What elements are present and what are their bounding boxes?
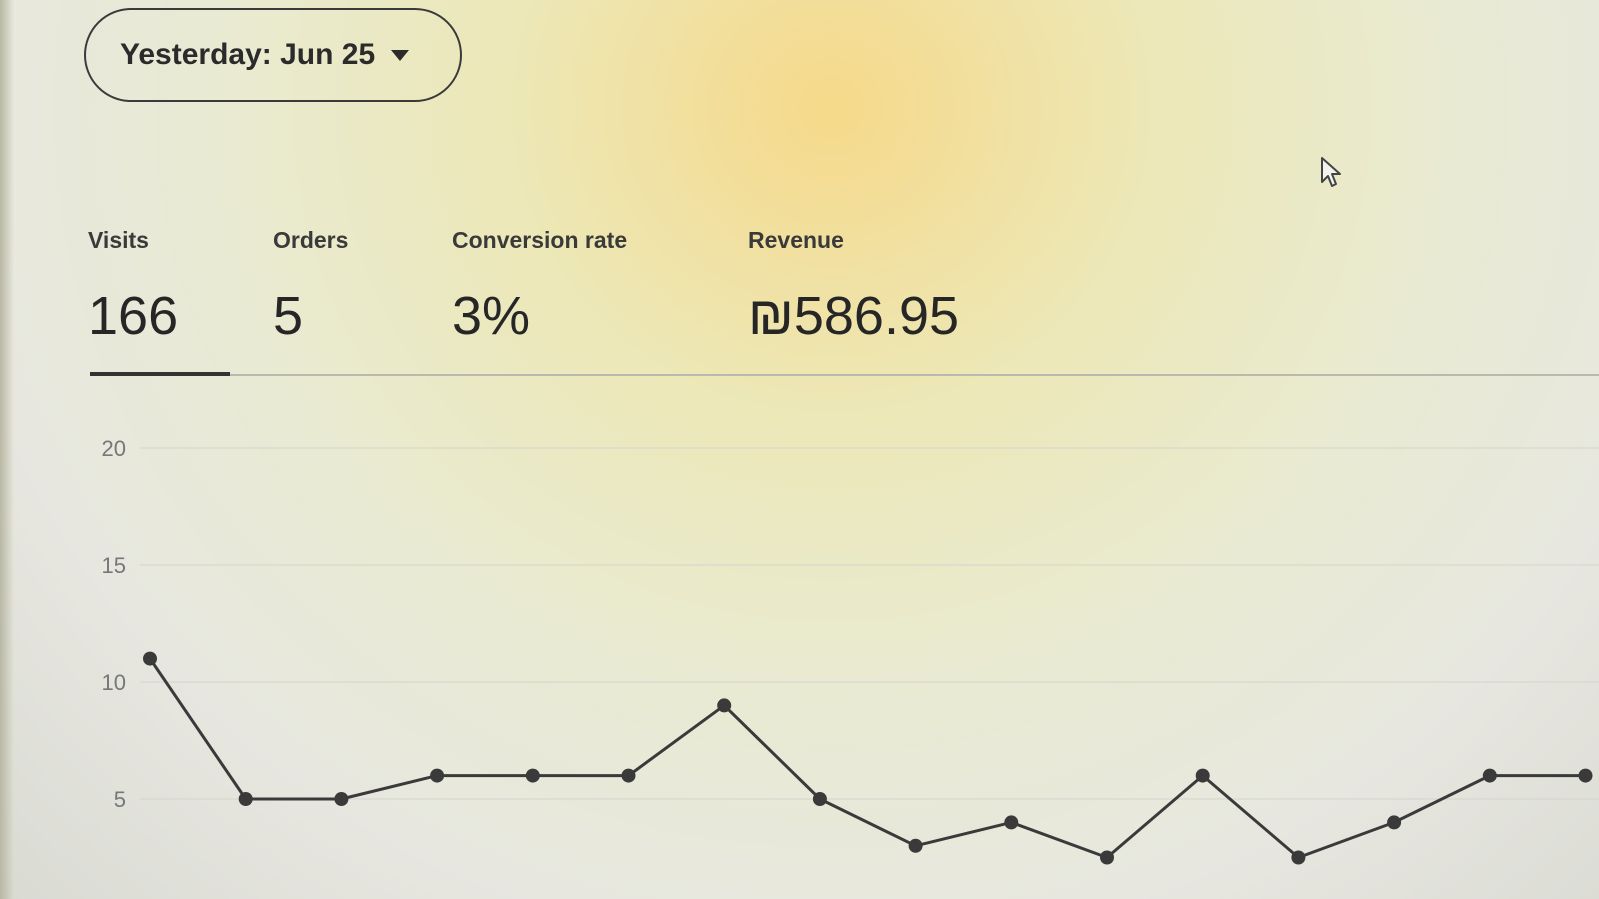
metric-revenue-label: Revenue (748, 227, 844, 253)
y-tick-label: 20 (102, 436, 126, 461)
metric-visits-label: Visits (88, 227, 149, 253)
data-point-0[interactable] (143, 651, 157, 666)
metric-revenue-value: ₪586.95 (748, 286, 960, 346)
metric-conversion-rate[interactable]: Conversion rate 3% (452, 224, 627, 348)
y-tick-label: 10 (102, 670, 126, 695)
data-point-13[interactable] (1387, 815, 1402, 830)
data-point-5[interactable] (621, 768, 636, 783)
data-point-11[interactable] (1195, 768, 1210, 783)
date-range-label: Yesterday: Jun 25 (120, 38, 376, 71)
data-point-4[interactable] (525, 768, 540, 783)
visits-line-chart: 20 15 10 5 (102, 436, 1599, 865)
caret-down-icon (391, 49, 410, 61)
visits-series-line (148, 657, 1586, 859)
data-point-1[interactable] (238, 792, 253, 806)
data-point-8[interactable] (908, 838, 923, 853)
metric-orders-label: Orders (273, 227, 349, 253)
data-point-12[interactable] (1291, 850, 1306, 865)
metric-conversion-rate-label: Conversion rate (452, 227, 628, 253)
metric-visits-value: 166 (88, 286, 179, 346)
data-point-6[interactable] (717, 698, 732, 713)
date-range-picker[interactable]: Yesterday: Jun 25 (84, 8, 462, 102)
metric-visits[interactable]: Visits 166 (88, 224, 178, 348)
metric-revenue[interactable]: Revenue ₪586.95 (748, 224, 959, 348)
data-point-15[interactable] (1578, 768, 1593, 783)
y-tick-label: 15 (102, 553, 126, 578)
metric-orders-value: 5 (273, 286, 304, 346)
data-point-10[interactable] (1100, 850, 1114, 865)
metric-conversion-rate-value: 3% (452, 286, 531, 346)
data-point-14[interactable] (1482, 768, 1497, 783)
metrics-divider (90, 374, 1599, 376)
data-point-9[interactable] (1004, 815, 1019, 830)
mouse-cursor-icon (1321, 157, 1341, 187)
y-tick-label: 5 (114, 787, 126, 812)
data-point-7[interactable] (812, 792, 827, 806)
data-point-3[interactable] (430, 768, 445, 783)
metric-orders[interactable]: Orders 5 (273, 224, 348, 348)
active-metric-underline (90, 372, 230, 376)
data-point-2[interactable] (334, 792, 349, 806)
